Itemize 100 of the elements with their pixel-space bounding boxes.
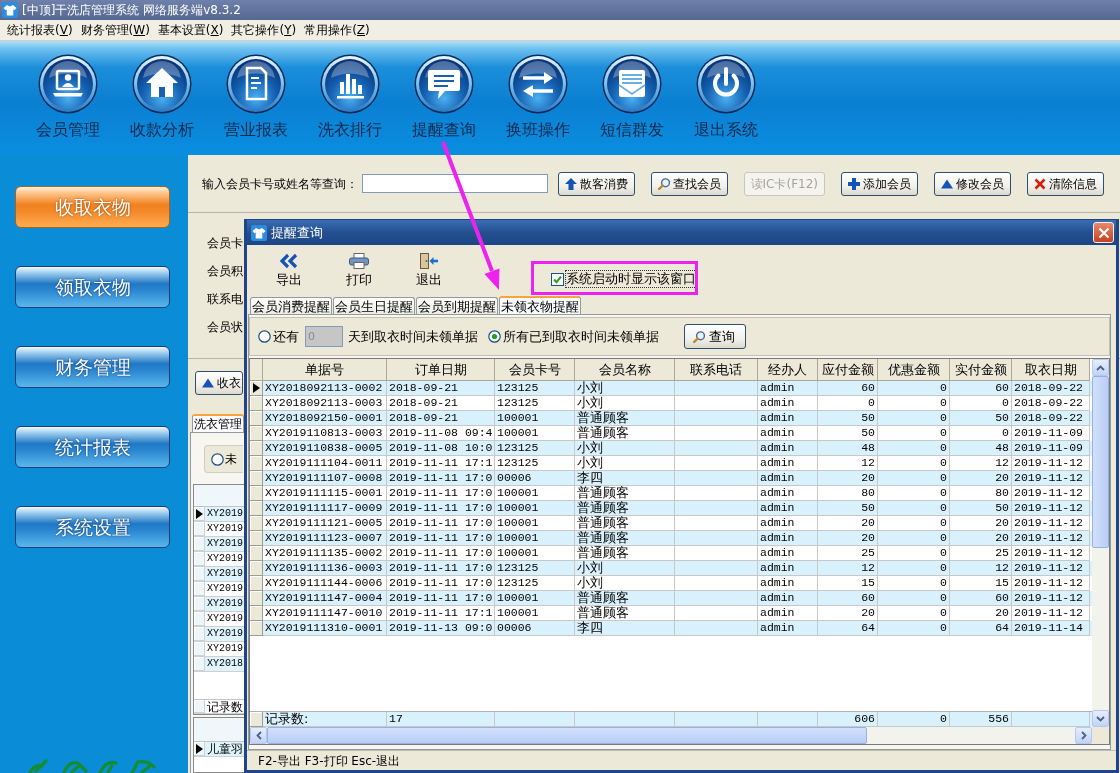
column-header[interactable]: 实付金额 — [950, 359, 1012, 381]
table-row[interactable]: XY2019110838-0005 2019-11-08 10:0 123125 小刘 admin 48 0 48 2019-11-09 — [250, 441, 1092, 456]
action-button[interactable]: 查找会员 — [650, 171, 728, 196]
tab[interactable]: 未领衣物提醒 — [499, 296, 581, 314]
column-header[interactable]: 会员卡号 — [495, 359, 575, 381]
toolbar-button[interactable]: 换班操作 — [491, 41, 585, 141]
table-cell: XY2018092150-0001 — [263, 411, 387, 426]
radio-option[interactable]: 所有已到取衣时间未领单据 — [488, 328, 659, 345]
toolbar-button[interactable]: 提醒查询 — [397, 41, 491, 141]
tab[interactable]: 会员消费提醒 — [250, 297, 332, 314]
column-header[interactable]: 单据号 — [263, 359, 387, 381]
action-button[interactable]: 修改会员 — [934, 171, 1011, 196]
checkbox[interactable]: 系统启动时显示该窗口 — [551, 271, 696, 287]
arrow-up-icon — [564, 177, 577, 190]
table-cell: 2019-11-12 — [1012, 531, 1090, 546]
table-row[interactable]: XY2018 — [194, 657, 244, 672]
sidebar-button[interactable]: 系统设置 — [15, 506, 170, 548]
vertical-scrollbar[interactable] — [1092, 359, 1109, 727]
table-row[interactable]: XY2018092150-0001 2018-09-21 100001 普通顾客 admin 50 0 50 2018-09-22 — [250, 411, 1092, 426]
table-row[interactable]: XY2019111117-0009 2019-11-11 17:0 100001 普通顾客 admin 50 0 50 2019-11-12 — [250, 501, 1092, 516]
table-cell: 60 — [950, 591, 1012, 606]
query-button[interactable]: 查询 — [684, 324, 746, 349]
sidebar-button[interactable]: 统计报表 — [15, 426, 170, 468]
table-row[interactable]: XY2018092113-0002 2018-09-21 123125 小刘 admin 60 0 60 2018-09-22 — [250, 381, 1092, 396]
table-cell: 20 — [818, 531, 878, 546]
table-cell: 12 — [950, 561, 1012, 576]
toolbar-button[interactable]: 收款分析 — [115, 41, 209, 141]
sidebar-button[interactable]: 领取衣物 — [15, 266, 170, 308]
toolbar-button[interactable]: 退出系统 — [679, 41, 773, 141]
column-header[interactable]: 取衣日期 — [1012, 359, 1090, 381]
column-header[interactable]: 联系电话 — [675, 359, 758, 381]
table-cell-text: XY2019 — [206, 597, 243, 611]
scroll-up-button[interactable] — [1092, 359, 1109, 376]
toolbar-button[interactable]: 导出 — [254, 253, 324, 288]
table-cell: XY2019111123-0007 — [263, 531, 387, 546]
column-header[interactable]: 经办人 — [758, 359, 818, 381]
menu-item[interactable]: 基本设置(X) — [156, 22, 225, 38]
toolbar-button[interactable]: 会员管理 — [21, 41, 115, 141]
table-row[interactable]: XY2019111136-0003 2019-11-11 17:0 123125 小刘 admin 12 0 12 2019-11-12 — [250, 561, 1092, 576]
toolbar-button[interactable]: 洗衣排行 — [303, 41, 397, 141]
row-header — [194, 700, 205, 713]
toolbar-button[interactable]: 打印 — [324, 253, 394, 288]
column-header[interactable]: 优惠金额 — [878, 359, 950, 381]
table-row[interactable]: XY2019 — [194, 567, 244, 582]
table-row[interactable]: XY2019111107-0008 2019-11-11 17:0 00006 李四 admin 20 0 20 2019-11-12 — [250, 471, 1092, 486]
scroll-left-button[interactable] — [250, 727, 267, 744]
table-cell: 50 — [818, 411, 878, 426]
table-row[interactable]: XY2019 — [194, 627, 244, 642]
table-row[interactable]: XY2019 — [194, 507, 244, 522]
menu-item[interactable]: 统计报表(V) — [6, 22, 74, 38]
house-icon — [132, 54, 192, 114]
table-cell: 0 — [878, 591, 950, 606]
menu-item[interactable]: 财务管理(W) — [79, 22, 151, 38]
table-row[interactable]: 儿童羽 — [194, 742, 244, 757]
horizontal-scrollbar[interactable] — [250, 727, 1092, 744]
radio-option[interactable]: 还有 — [258, 328, 299, 345]
table-cell: admin — [758, 531, 818, 546]
dialog-title: 提醒查询 — [271, 224, 324, 241]
action-button[interactable]: 清除信息 — [1027, 171, 1104, 196]
table-cell: 00006 — [495, 471, 575, 486]
table-cell: 2019-11-11 17:0 — [387, 561, 495, 576]
scroll-thumb[interactable] — [267, 727, 867, 744]
table-row[interactable]: XY2019111147-0004 2019-11-11 17:0 100001 普通顾客 admin 60 0 60 2019-11-12 — [250, 591, 1092, 606]
scroll-right-button[interactable] — [1075, 727, 1092, 744]
column-header[interactable]: 应付金额 — [818, 359, 878, 381]
table-cell: 李四 — [575, 621, 675, 636]
table-cell: 100001 — [495, 531, 575, 546]
column-header[interactable]: 会员名称 — [575, 359, 675, 381]
action-button[interactable]: 添加会员 — [841, 171, 918, 196]
tab[interactable]: 洗衣管理 — [192, 414, 244, 432]
envelope-icon — [602, 54, 662, 114]
close-button[interactable] — [1093, 222, 1114, 243]
shirt-icon — [2, 2, 18, 18]
table-row[interactable]: XY2019111123-0007 2019-11-11 17:0 100001 普通顾客 admin 20 0 20 2019-11-12 — [250, 531, 1092, 546]
toolbar-button[interactable]: 退出 — [394, 253, 464, 288]
collect-button[interactable]: 收衣 — [195, 371, 243, 395]
tab[interactable]: 会员生日提醒 — [333, 297, 415, 314]
radio-option[interactable]: 未 — [211, 451, 237, 467]
table-cell: admin — [758, 381, 818, 396]
field-label: 联系电 — [207, 291, 243, 307]
sidebar-button[interactable]: 财务管理 — [15, 346, 170, 388]
table-cell-text: 儿童羽 — [206, 742, 243, 756]
menu-item[interactable]: 常用操作(Z) — [303, 22, 371, 38]
table-row[interactable]: XY2019 — [194, 537, 244, 552]
toolbar-button[interactable]: 短信群发 — [585, 41, 679, 141]
tab[interactable]: 会员到期提醒 — [416, 297, 498, 314]
menu-item[interactable]: 其它操作(Y) — [230, 22, 298, 38]
table-cell-text: XY2019 — [206, 582, 243, 596]
scroll-down-button[interactable] — [1092, 710, 1109, 727]
search-field[interactable] — [362, 174, 548, 193]
column-header[interactable]: 订单日期 — [387, 359, 495, 381]
table-row[interactable]: XY2019111310-0001 2019-11-13 09:0 00006 李四 admin 64 0 64 2019-11-14 — [250, 621, 1092, 636]
shirt-icon — [251, 224, 267, 241]
search-icon — [657, 177, 670, 190]
chevron-down-icon — [1096, 715, 1105, 722]
scroll-thumb[interactable] — [1092, 376, 1109, 548]
table-cell: 2018-09-21 — [387, 381, 495, 396]
table-row[interactable]: XY2019 — [194, 597, 244, 612]
action-button[interactable]: 散客消费 — [557, 171, 635, 196]
toolbar-button[interactable]: 营业报表 — [209, 41, 303, 141]
